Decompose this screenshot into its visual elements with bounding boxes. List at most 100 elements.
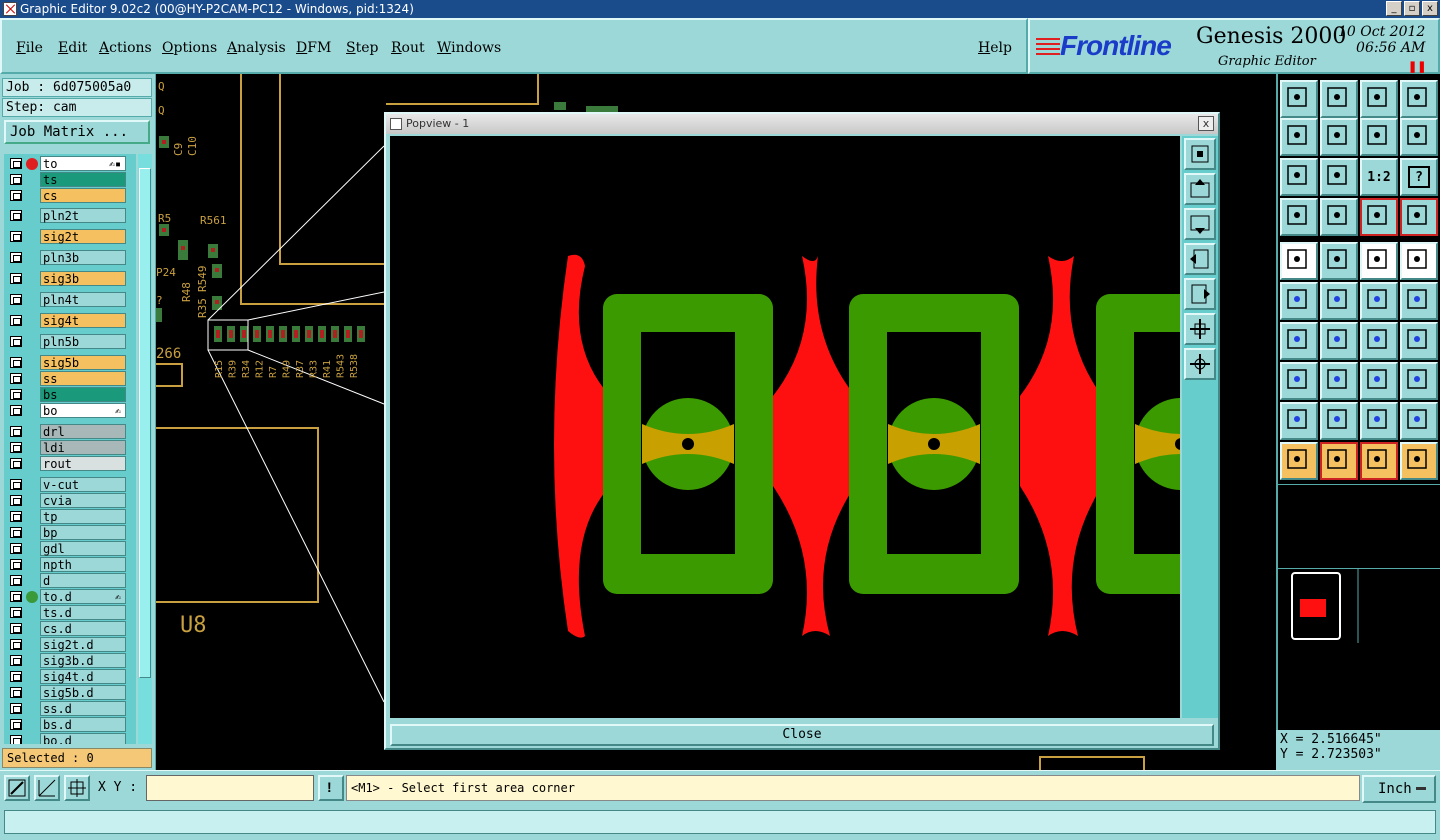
split-view-button[interactable]: [1400, 80, 1438, 118]
layer-affected-indicator[interactable]: [26, 158, 38, 170]
circle-button[interactable]: [1400, 242, 1438, 280]
help-button[interactable]: ?: [1400, 158, 1438, 196]
pause-icon[interactable]: ❚❚: [1408, 60, 1426, 73]
layer-checkbox[interactable]: [10, 543, 22, 554]
layer-checkbox[interactable]: [10, 389, 22, 400]
layer-checkbox[interactable]: [10, 190, 22, 201]
popview-canvas[interactable]: [390, 136, 1180, 718]
layer-name[interactable]: ldi: [40, 440, 126, 455]
xy-input[interactable]: [146, 775, 314, 801]
a-shape-2-button[interactable]: [1400, 402, 1438, 440]
pad-add-button[interactable]: [1280, 242, 1318, 280]
settings-button[interactable]: [1280, 198, 1318, 236]
menu-step[interactable]: Step: [346, 40, 378, 56]
layer-name[interactable]: pln5b: [40, 334, 126, 349]
layer-row[interactable]: sig2t.d: [4, 637, 128, 652]
layer-checkbox[interactable]: [10, 210, 22, 221]
cross-point-button[interactable]: [1320, 282, 1358, 320]
popview-zoom-in-button[interactable]: [1184, 313, 1216, 345]
info-button[interactable]: !: [318, 775, 344, 801]
layer-row[interactable]: drl: [4, 424, 128, 439]
select-pointer-button[interactable]: [1280, 442, 1318, 480]
menu-options[interactable]: Options: [162, 40, 217, 56]
feature-button[interactable]: [1280, 362, 1318, 400]
layer-name[interactable]: sig5b: [40, 355, 126, 370]
menu-help[interactable]: Help: [978, 40, 1012, 56]
s-curve-button[interactable]: [1400, 118, 1438, 156]
layer-checkbox[interactable]: [10, 426, 22, 437]
menu-actions[interactable]: Actions: [99, 40, 152, 56]
layer-name[interactable]: pln3b: [40, 250, 126, 265]
layer-row[interactable]: to.d ✍: [4, 589, 128, 604]
layer-row[interactable]: sig2t: [4, 229, 128, 244]
layer-row[interactable]: cs: [4, 188, 128, 203]
minimap[interactable]: [1278, 568, 1440, 643]
close-window-button[interactable]: x: [1422, 1, 1438, 16]
layer-checkbox[interactable]: [10, 687, 22, 698]
align-button[interactable]: [1400, 322, 1438, 360]
fit-screen-button[interactable]: [1280, 158, 1318, 196]
move-down-button[interactable]: [1320, 80, 1358, 118]
layer-row[interactable]: v-cut: [4, 477, 128, 492]
arc-button[interactable]: [1360, 322, 1398, 360]
layer-row[interactable]: cs.d: [4, 621, 128, 636]
layer-name[interactable]: v-cut: [40, 477, 126, 492]
layer-name[interactable]: cvia: [40, 493, 126, 508]
layer-checkbox[interactable]: [10, 315, 22, 326]
select-zoom-button[interactable]: [1360, 442, 1398, 480]
layer-name[interactable]: pln2t: [40, 208, 126, 223]
job-matrix-button[interactable]: Job Matrix ...: [4, 120, 150, 144]
segment-button[interactable]: [1360, 282, 1398, 320]
layer-row[interactable]: bo ✍: [4, 403, 128, 418]
layer-row[interactable]: sig3b.d: [4, 653, 128, 668]
dimension-button[interactable]: [1360, 362, 1398, 400]
layer-name[interactable]: ss: [40, 371, 126, 386]
ruler-button[interactable]: [1360, 242, 1398, 280]
layer-checkbox[interactable]: [10, 458, 22, 469]
layer-checkbox[interactable]: [10, 703, 22, 714]
layer-checkbox[interactable]: [10, 527, 22, 538]
layer-name[interactable]: ts: [40, 172, 126, 187]
layer-checkbox[interactable]: [10, 442, 22, 453]
angle-button[interactable]: [1280, 322, 1318, 360]
layer-row[interactable]: tp: [4, 509, 128, 524]
layer-row[interactable]: pln5b: [4, 334, 128, 349]
layer-checkbox[interactable]: [10, 607, 22, 618]
layer-name[interactable]: bp: [40, 525, 126, 540]
layer-name[interactable]: tp: [40, 509, 126, 524]
select-path-button[interactable]: [1400, 442, 1438, 480]
layer-checkbox[interactable]: [10, 575, 22, 586]
layer-row[interactable]: sig5b: [4, 355, 128, 370]
grid-button[interactable]: [1320, 198, 1358, 236]
select-box-button[interactable]: [1320, 442, 1358, 480]
layer-checkbox[interactable]: [10, 158, 22, 169]
grid-snap-button[interactable]: [64, 775, 90, 801]
layer-name[interactable]: to.d ✍: [40, 589, 126, 604]
layer-name[interactable]: bs: [40, 387, 126, 402]
layer-checkbox[interactable]: [10, 174, 22, 185]
minimap-view[interactable]: [1278, 569, 1440, 643]
layer-row[interactable]: pln2t: [4, 208, 128, 223]
menu-windows[interactable]: Windows: [437, 40, 501, 56]
layer-checkbox[interactable]: [10, 273, 22, 284]
layer-row[interactable]: cvia: [4, 493, 128, 508]
menu-file[interactable]: File: [16, 40, 43, 56]
layer-checkbox[interactable]: [10, 294, 22, 305]
layer-checkbox[interactable]: [10, 719, 22, 730]
menu-dfm[interactable]: DFM: [296, 40, 331, 56]
zoomed-pads-view[interactable]: [390, 136, 1180, 718]
menu-analysis[interactable]: Analysis: [227, 40, 286, 56]
layer-name[interactable]: sig4t: [40, 313, 126, 328]
layer-checkbox[interactable]: [10, 495, 22, 506]
layer-checkbox[interactable]: [10, 655, 22, 666]
layer-checkbox[interactable]: [10, 735, 22, 744]
layer-name[interactable]: bo.d: [40, 733, 126, 744]
layer-affected-indicator[interactable]: [26, 591, 38, 603]
layer-checkbox[interactable]: [10, 479, 22, 490]
minimize-button[interactable]: _: [1386, 1, 1402, 16]
layer-row[interactable]: sig4t.d: [4, 669, 128, 684]
group-button[interactable]: [1400, 362, 1438, 400]
popview-zoom-fit-button[interactable]: [1184, 138, 1216, 170]
arrow-segment-button[interactable]: [1400, 282, 1438, 320]
layer-checkbox[interactable]: [10, 252, 22, 263]
